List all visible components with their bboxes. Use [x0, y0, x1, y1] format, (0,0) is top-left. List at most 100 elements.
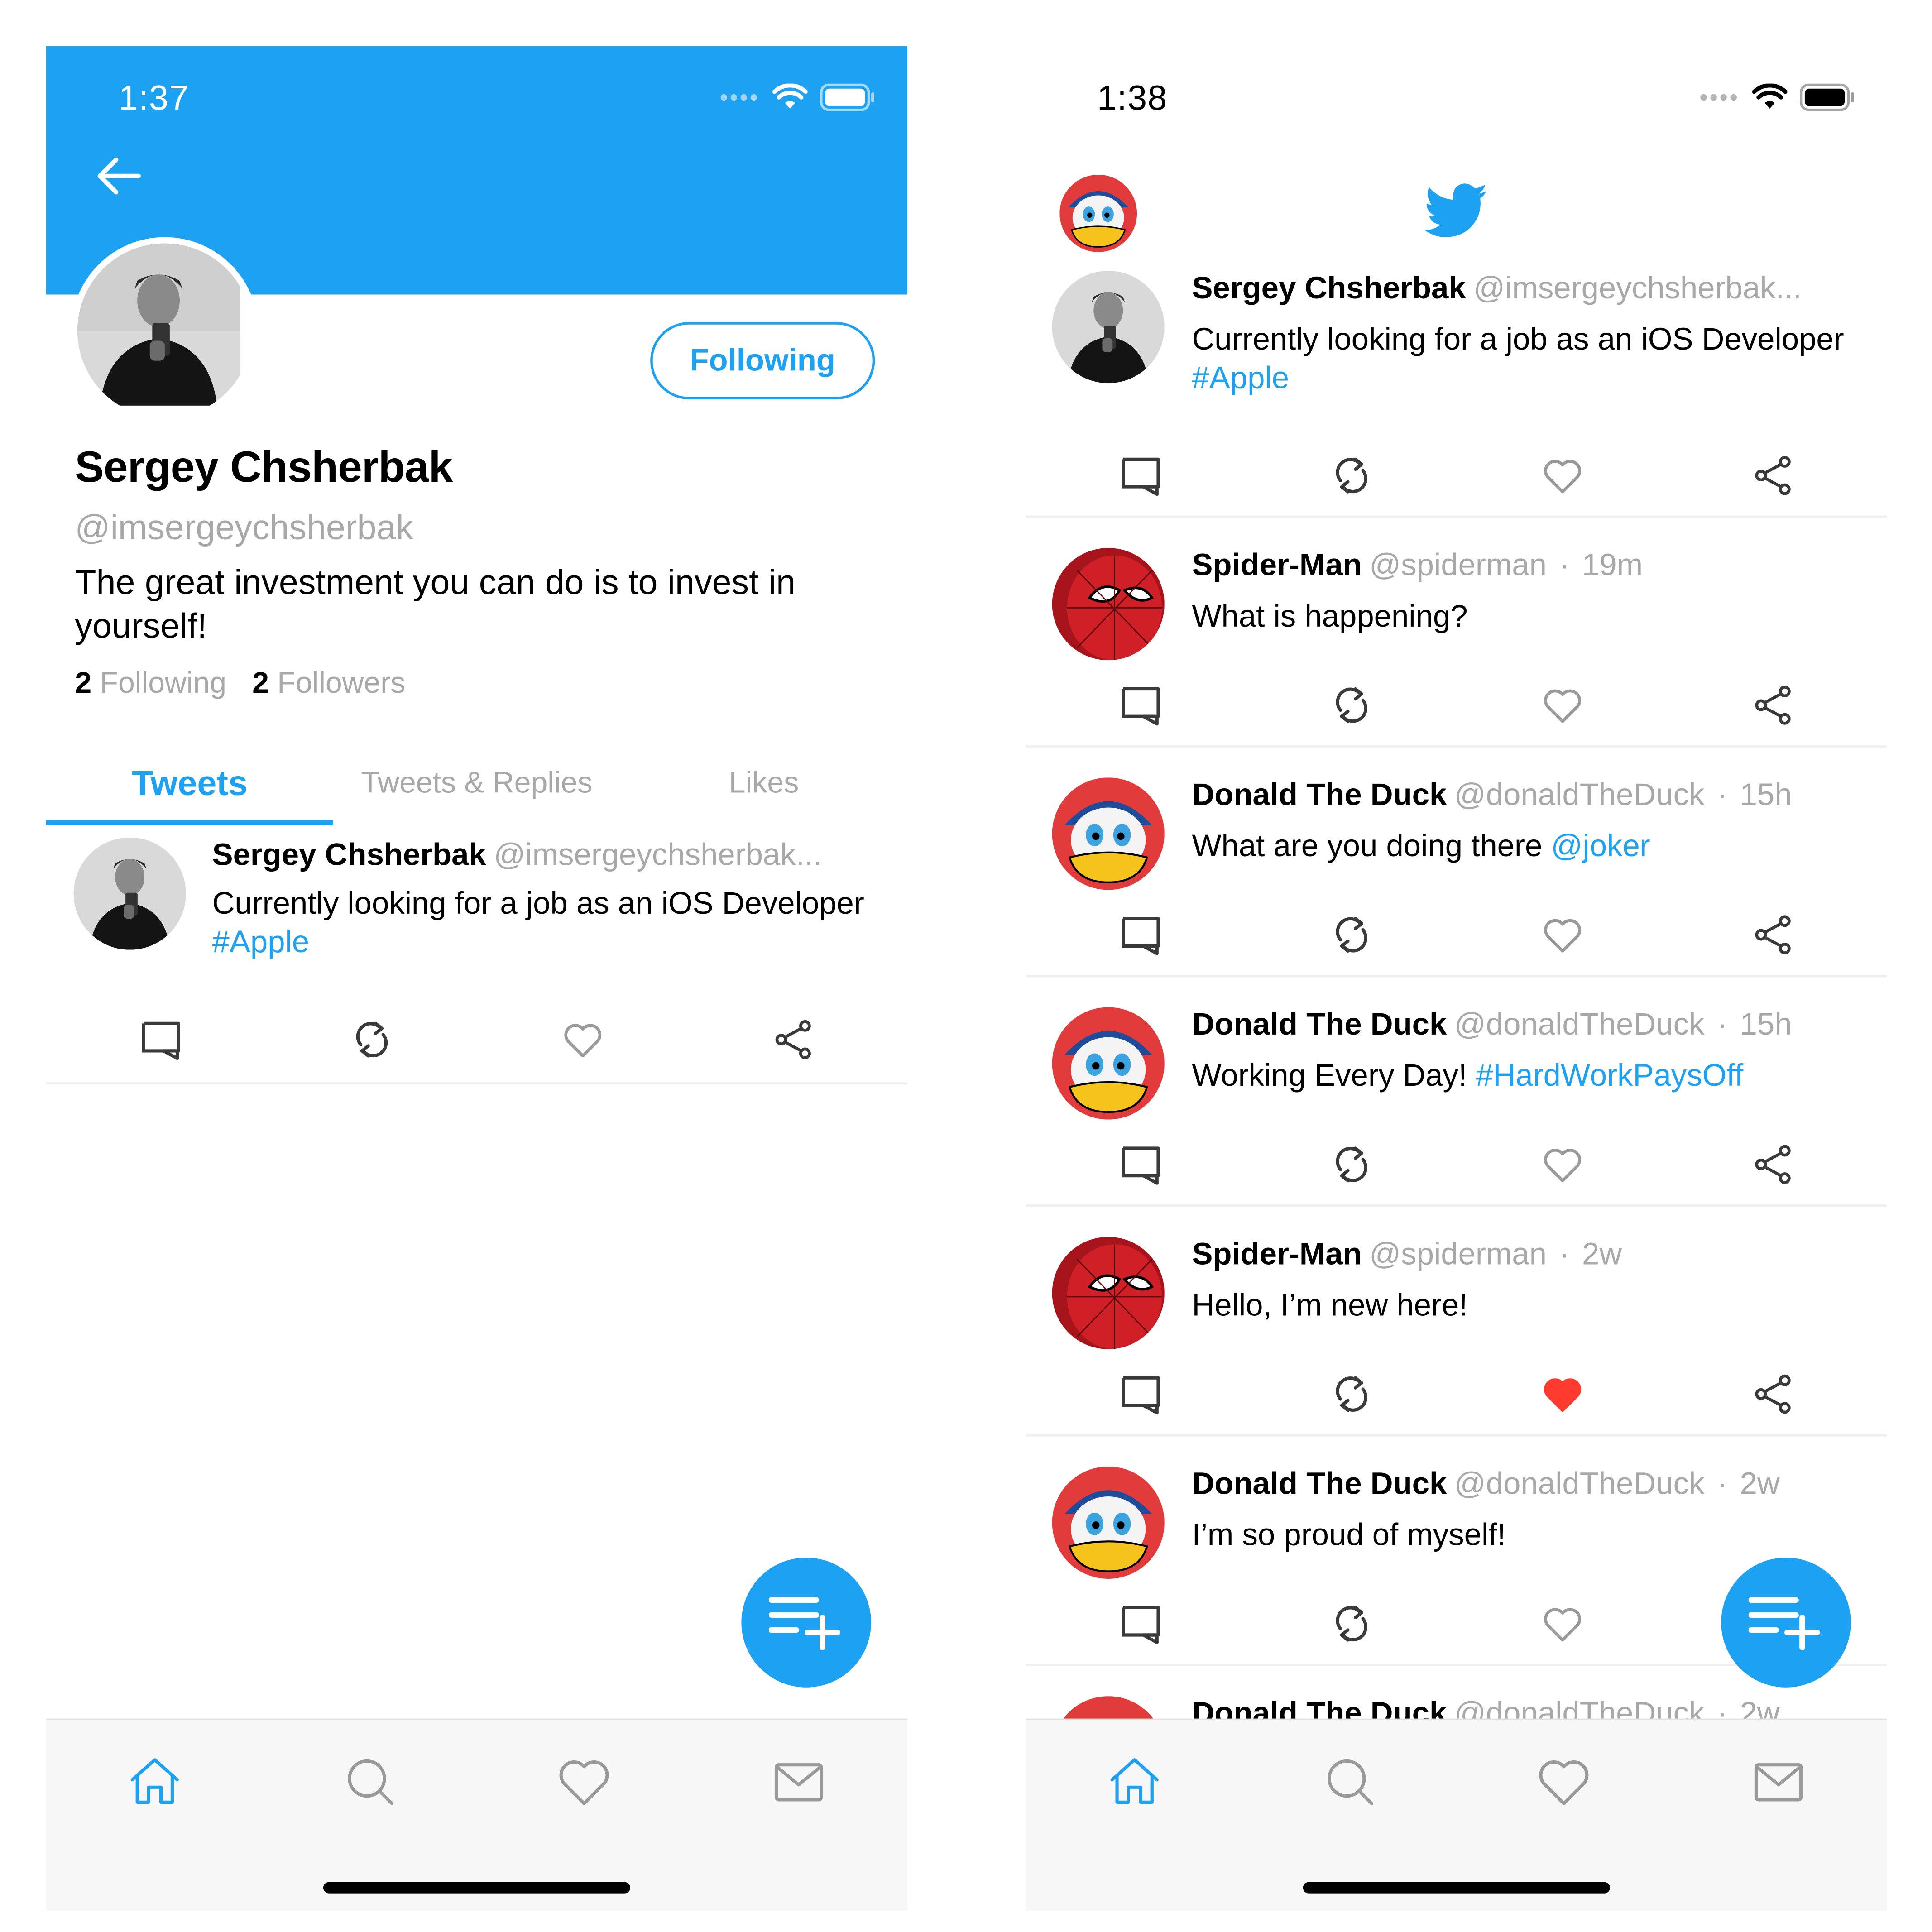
- profile-screen: 1:37 Following Sergey Chsherbak @imserge…: [46, 46, 907, 1911]
- tweet-dot-separator: ·: [1717, 1466, 1728, 1502]
- compose-tweet-button[interactable]: [1721, 1558, 1851, 1688]
- tweet-author-name[interactable]: Donald The Duck: [1192, 1467, 1447, 1501]
- profile-bio: The great investment you can do is to in…: [75, 563, 796, 646]
- tweet-avatar[interactable]: [1052, 1007, 1165, 1120]
- back-arrow-icon[interactable]: [94, 153, 144, 198]
- heart-icon[interactable]: [1540, 912, 1585, 957]
- battery-icon: [820, 83, 874, 111]
- comment-icon[interactable]: [1118, 453, 1163, 498]
- search-icon[interactable]: [342, 1755, 399, 1810]
- tweet-author-name[interactable]: Sergey Chsherbak: [212, 838, 486, 873]
- heart-icon[interactable]: [556, 1755, 613, 1810]
- tweet-item[interactable]: Donald The Duck @donaldTheDuck · 15h What a…: [1026, 745, 1887, 978]
- tweet-item[interactable]: Sergey Chsherbak @imsergeychsherbak... Cu…: [46, 825, 907, 1085]
- spiderman-avatar-image: [1052, 1237, 1165, 1349]
- profile-stats: 2 Following 2 Followers: [75, 666, 405, 701]
- donald-avatar-image: [1059, 174, 1137, 252]
- share-icon[interactable]: [1751, 453, 1796, 498]
- compose-list-plus-icon: [1748, 1597, 1820, 1650]
- retweet-icon[interactable]: [1329, 453, 1374, 498]
- comment-icon[interactable]: [139, 1017, 183, 1062]
- tweet-item[interactable]: Sergey Chsherbak @imsergeychsherbak... Cu…: [1026, 254, 1887, 518]
- heart-filled-icon[interactable]: [1540, 1371, 1585, 1416]
- tweet-author-name[interactable]: Donald The Duck: [1192, 777, 1447, 812]
- tab-tweets-replies[interactable]: Tweets & Replies: [333, 743, 620, 825]
- heart-icon[interactable]: [1540, 453, 1585, 498]
- tweet-avatar[interactable]: [1052, 271, 1165, 384]
- tweet-author-name[interactable]: Spider-Man: [1192, 548, 1362, 583]
- tweet-dot-separator: ·: [1717, 777, 1728, 813]
- tweet-dot-separator: ·: [1717, 1007, 1728, 1042]
- tweet-item[interactable]: Spider-Man @spiderman · 19m What is happeni…: [1026, 515, 1887, 748]
- wifi-icon: [1752, 83, 1788, 109]
- home-indicator: [1303, 1882, 1610, 1894]
- tweet-hashtag[interactable]: #HardWorkPaysOff: [1476, 1059, 1743, 1093]
- tweet-text-body: Working Every Day!: [1192, 1058, 1476, 1093]
- following-stat[interactable]: 2 Following: [75, 666, 226, 700]
- tweet-hashtag[interactable]: #Apple: [1192, 361, 1289, 396]
- donald-avatar-image: [1052, 1007, 1165, 1120]
- mail-icon[interactable]: [770, 1755, 828, 1810]
- comment-icon[interactable]: [1118, 683, 1163, 728]
- tweet-dot-separator: ·: [1559, 548, 1570, 583]
- status-bar: 1:38: [1026, 46, 1887, 158]
- tweet-hashtag[interactable]: #Apple: [212, 925, 310, 960]
- tweet-avatar[interactable]: [1052, 548, 1165, 661]
- retweet-icon[interactable]: [350, 1017, 394, 1062]
- sergey-avatar-image: [73, 837, 186, 950]
- retweet-icon[interactable]: [1329, 1142, 1374, 1187]
- search-icon[interactable]: [1322, 1755, 1379, 1810]
- tweet-avatar[interactable]: [1052, 1466, 1165, 1579]
- status-bar: 1:37: [46, 46, 907, 158]
- comment-icon[interactable]: [1118, 912, 1163, 957]
- tab-likes[interactable]: Likes: [620, 743, 907, 825]
- twitter-bird-icon[interactable]: [1424, 183, 1489, 238]
- following-button[interactable]: Following: [650, 322, 875, 400]
- heart-icon[interactable]: [1535, 1755, 1592, 1810]
- home-icon[interactable]: [1106, 1755, 1163, 1810]
- profile-avatar[interactable]: [71, 237, 259, 425]
- share-icon[interactable]: [1751, 683, 1796, 728]
- heart-icon[interactable]: [561, 1017, 605, 1062]
- tweet-author-name[interactable]: Spider-Man: [1192, 1237, 1362, 1272]
- tweet-avatar[interactable]: [73, 837, 186, 950]
- retweet-icon[interactable]: [1329, 683, 1374, 728]
- wifi-icon: [772, 83, 808, 109]
- tab-tweets[interactable]: Tweets: [46, 743, 333, 825]
- following-count: 2: [75, 666, 92, 700]
- heart-icon[interactable]: [1540, 1142, 1585, 1187]
- tweet-avatar[interactable]: [1052, 777, 1165, 890]
- tweet-author-name[interactable]: Donald The Duck: [1192, 1007, 1447, 1042]
- mail-icon[interactable]: [1750, 1755, 1807, 1810]
- heart-icon[interactable]: [1540, 1601, 1585, 1646]
- tweet-item[interactable]: Donald The Duck @donaldTheDuck · 15h Workin…: [1026, 975, 1887, 1207]
- share-icon[interactable]: [772, 1017, 816, 1062]
- home-icon[interactable]: [126, 1755, 183, 1810]
- share-icon[interactable]: [1751, 1142, 1796, 1187]
- tweet-header: Sergey Chsherbak @imsergeychsherbak...: [1192, 271, 1802, 307]
- tweet-text-body: Currently looking for a job as an iOS De…: [212, 886, 864, 921]
- tweet-mention[interactable]: @joker: [1551, 829, 1650, 863]
- following-label: Following: [100, 666, 227, 700]
- comment-icon[interactable]: [1118, 1601, 1163, 1646]
- account-avatar[interactable]: [1059, 174, 1137, 252]
- profile-name: Sergey Chsherbak: [75, 443, 453, 492]
- tweet-item[interactable]: Spider-Man @spiderman · 2w Hello, I’m new h…: [1026, 1204, 1887, 1437]
- tweet-author-name[interactable]: Sergey Chsherbak: [1192, 271, 1466, 306]
- tweet-timestamp: 15h: [1740, 777, 1792, 813]
- tweet-dot-separator: ·: [1559, 1237, 1570, 1272]
- compose-tweet-button[interactable]: [741, 1558, 872, 1688]
- share-icon[interactable]: [1751, 1371, 1796, 1416]
- comment-icon[interactable]: [1118, 1371, 1163, 1416]
- followers-stat[interactable]: 2 Followers: [252, 666, 405, 700]
- heart-icon[interactable]: [1540, 683, 1585, 728]
- retweet-icon[interactable]: [1329, 912, 1374, 957]
- retweet-icon[interactable]: [1329, 1371, 1374, 1416]
- status-icons: [1700, 83, 1855, 111]
- comment-icon[interactable]: [1118, 1142, 1163, 1187]
- tweet-avatar[interactable]: [1052, 1237, 1165, 1349]
- retweet-icon[interactable]: [1329, 1601, 1374, 1646]
- share-icon[interactable]: [1751, 912, 1796, 957]
- tweet-text-body: Currently looking for a job as an iOS De…: [1192, 322, 1844, 357]
- bottom-tab-bar: [46, 1718, 907, 1911]
